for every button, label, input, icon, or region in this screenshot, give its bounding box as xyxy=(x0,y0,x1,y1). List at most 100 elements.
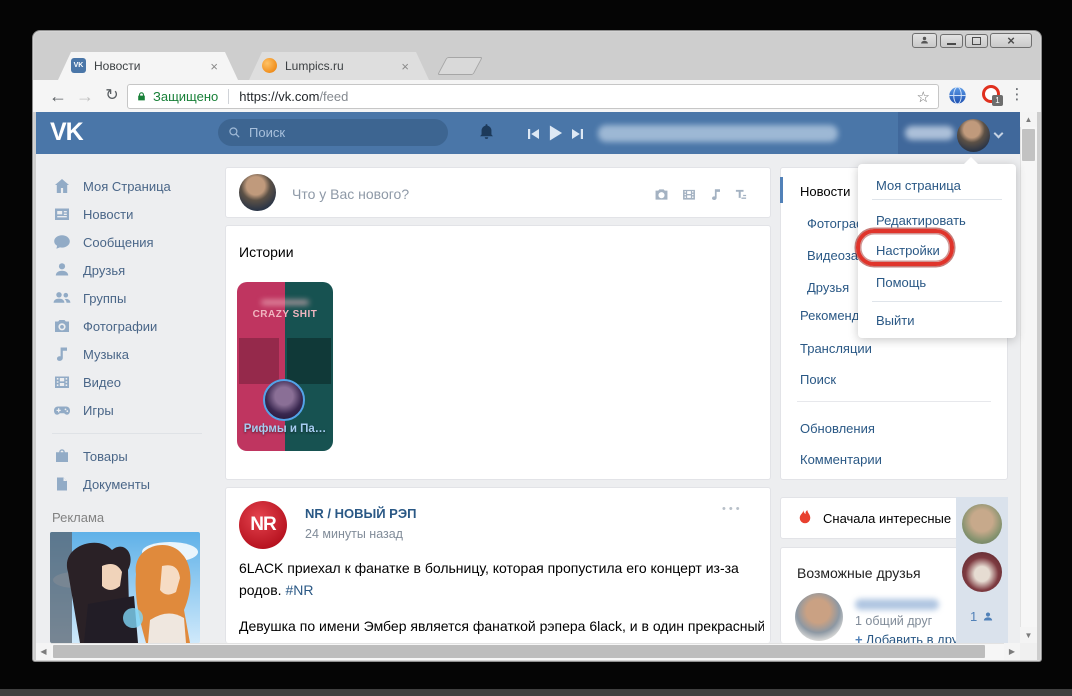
back-button[interactable]: ← xyxy=(46,84,70,108)
online-friend-avatar[interactable] xyxy=(962,552,1002,592)
player-play-icon[interactable] xyxy=(548,124,563,142)
post-time[interactable]: 24 минуты назад xyxy=(305,527,403,541)
menu-item-my-page[interactable]: Моя страница xyxy=(876,178,961,193)
bookmark-star-icon[interactable]: ☆ xyxy=(917,88,930,106)
post-author-logo[interactable]: NR xyxy=(239,501,287,549)
menu-item-logout[interactable]: Выйти xyxy=(876,313,915,328)
post-hashtag[interactable]: #NR xyxy=(285,582,313,598)
chrome-menu-button[interactable]: ⋮ xyxy=(1009,85,1025,107)
user-avatar[interactable] xyxy=(957,119,990,152)
story-small-text xyxy=(261,300,309,305)
menu-divider xyxy=(872,301,1002,302)
sidebar-item-groups[interactable]: Группы xyxy=(52,284,212,312)
sidebar-item-photos[interactable]: Фотографии xyxy=(52,312,212,340)
scrollbar-corner xyxy=(1020,643,1037,660)
online-friend-avatar[interactable] xyxy=(962,504,1002,544)
notifications-bell-icon[interactable] xyxy=(477,122,496,141)
globe-extension-icon[interactable] xyxy=(948,86,967,105)
tab-close-icon[interactable]: × xyxy=(206,60,222,73)
film-icon xyxy=(52,372,72,392)
online-count[interactable]: 1 xyxy=(970,609,995,624)
sidebar-label: Товары xyxy=(83,449,128,464)
menu-item-edit[interactable]: Редактировать xyxy=(876,213,966,228)
right-nav-news[interactable]: Новости xyxy=(800,184,850,199)
right-nav-friends[interactable]: Друзья xyxy=(807,280,849,295)
maximize-button[interactable] xyxy=(965,34,988,48)
vk-favicon: VK xyxy=(71,58,86,73)
censored-track-title xyxy=(598,125,838,142)
document-icon xyxy=(52,474,72,494)
sidebar-item-friends[interactable]: Друзья xyxy=(52,256,212,284)
story-texture xyxy=(239,338,279,384)
ads-label: Реклама xyxy=(52,510,104,525)
right-nav-divider xyxy=(797,401,991,402)
vertical-scrollbar[interactable] xyxy=(1020,112,1037,643)
sidebar-item-documents[interactable]: Документы xyxy=(52,470,212,498)
address-bar[interactable]: Защищено https://vk.com/feed ☆ xyxy=(127,84,939,109)
tab-lumpics[interactable]: Lumpics.ru × xyxy=(249,52,429,80)
header-search[interactable]: Поиск xyxy=(218,119,448,146)
right-nav-comments[interactable]: Комментарии xyxy=(800,452,882,467)
composer-avatar[interactable] xyxy=(239,174,276,211)
sidebar-label: Моя Страница xyxy=(83,179,171,194)
scroll-down-button[interactable]: ▼ xyxy=(1020,627,1037,643)
tab-novosti[interactable]: VK Новости × xyxy=(58,52,238,80)
story-card[interactable]: CRAZY SHIT Рифмы и Па… xyxy=(237,282,333,451)
sidebar-item-music[interactable]: Музыка xyxy=(52,340,212,368)
url-host: https://vk.com xyxy=(239,89,319,104)
close-icon: × xyxy=(1007,33,1015,48)
menu-item-help[interactable]: Помощь xyxy=(876,275,926,290)
sidebar-item-games[interactable]: Игры xyxy=(52,396,212,424)
people-icon xyxy=(52,288,72,308)
sidebar-label: Сообщения xyxy=(83,235,154,250)
sidebar-item-video[interactable]: Видео xyxy=(52,368,212,396)
right-nav-search[interactable]: Поиск xyxy=(800,372,836,387)
story-texture xyxy=(287,338,331,384)
story-author-avatar xyxy=(263,379,305,421)
maximize-icon xyxy=(972,37,981,45)
scroll-up-button[interactable]: ▲ xyxy=(1020,112,1037,127)
sidebar-item-market[interactable]: Товары xyxy=(52,442,212,470)
close-window-button[interactable]: × xyxy=(990,33,1032,48)
scroll-right-button[interactable]: ▶ xyxy=(1004,643,1020,660)
suggested-friend-avatar[interactable] xyxy=(795,593,843,641)
tab-title: Lumpics.ru xyxy=(285,59,397,73)
sidebar-item-messages[interactable]: Сообщения xyxy=(52,228,212,256)
censored-friend-name xyxy=(855,599,939,610)
right-nav-live[interactable]: Трансляции xyxy=(800,341,872,356)
forward-button[interactable]: → xyxy=(73,84,97,108)
tab-close-icon[interactable]: × xyxy=(397,60,413,73)
post-text-line1: 6LACK приехал к фанатке в больницу, кото… xyxy=(239,560,759,576)
player-next-icon[interactable] xyxy=(571,128,584,140)
sidebar-divider xyxy=(52,433,202,434)
vertical-scroll-thumb[interactable] xyxy=(1022,129,1035,161)
attach-article-icon[interactable] xyxy=(732,186,750,203)
vk-logo[interactable]: VK xyxy=(50,118,83,147)
player-prev-icon[interactable] xyxy=(527,128,540,140)
sidebar-item-my-page[interactable]: Моя Страница xyxy=(52,172,212,200)
stories-title: Истории xyxy=(239,244,294,260)
chat-icon xyxy=(52,232,72,252)
minimize-button[interactable] xyxy=(940,34,963,48)
ad-image[interactable] xyxy=(50,532,200,643)
fire-icon xyxy=(797,507,813,528)
horizontal-scroll-thumb[interactable] xyxy=(53,645,985,658)
profile-window-button[interactable] xyxy=(912,33,937,48)
post-menu-ellipsis[interactable]: ••• xyxy=(722,503,743,515)
reload-button[interactable]: ↻ xyxy=(100,84,124,108)
attach-video-icon[interactable] xyxy=(680,186,698,203)
attach-photo-icon[interactable] xyxy=(652,186,671,203)
right-nav-updates[interactable]: Обновления xyxy=(800,421,875,436)
bag-icon xyxy=(52,446,72,466)
composer-placeholder[interactable]: Что у Вас нового? xyxy=(292,186,409,202)
tab-title: Новости xyxy=(94,59,206,73)
attach-music-icon[interactable] xyxy=(708,186,724,203)
minimize-icon xyxy=(947,43,956,45)
post-author-name[interactable]: NR / НОВЫЙ РЭП xyxy=(305,506,416,521)
post-text: родов. xyxy=(239,582,282,598)
annotation-highlight-settings xyxy=(856,229,954,266)
possible-friends-title: Возможные друзья xyxy=(797,565,921,581)
sidebar-item-news[interactable]: Новости xyxy=(52,200,212,228)
scroll-left-button[interactable]: ◀ xyxy=(36,643,51,660)
extension-badge: 1 xyxy=(992,95,1003,106)
